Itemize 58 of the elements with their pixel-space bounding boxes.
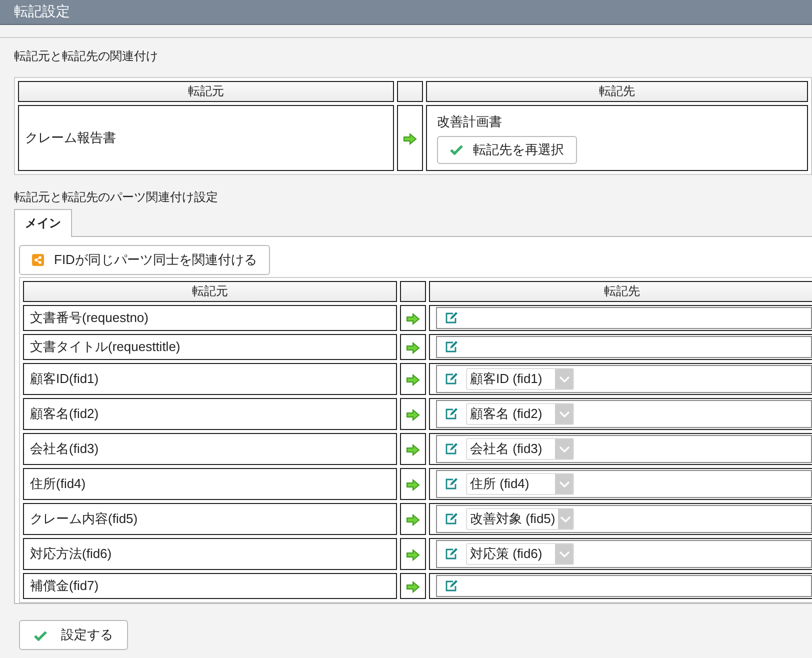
column-header: 転記元: [23, 281, 397, 302]
source-part: 文書タイトル(requesttitle): [23, 334, 397, 360]
column-header: 転記先: [426, 81, 808, 102]
source-part: 文書番号(requestno): [23, 305, 397, 331]
source-part: 住所(fid4): [23, 468, 397, 500]
tab[interactable]: メイン: [14, 209, 72, 237]
edit-icon[interactable]: [445, 478, 458, 490]
edit-icon[interactable]: [445, 312, 458, 324]
column-header: [397, 81, 423, 102]
page-title: 転記設定: [14, 3, 70, 21]
arrow-icon: [406, 409, 420, 422]
source-document: クレーム報告書: [18, 105, 394, 171]
arrow-icon: [403, 133, 417, 146]
edit-icon[interactable]: [445, 513, 458, 525]
arrow-icon: [406, 342, 420, 354]
target-document: 改善計画書: [437, 112, 503, 130]
arrow-icon: [406, 581, 420, 594]
source-part: 顧客名(fid2): [23, 398, 397, 430]
section-heading: 転記元と転記先の関連付け: [14, 48, 159, 65]
edit-icon[interactable]: [445, 341, 458, 353]
part-select[interactable]: 顧客名 (fid2): [466, 403, 574, 425]
column-header: 転記元: [18, 81, 394, 102]
chevron-down-icon: [558, 550, 570, 558]
source-part: 会社名(fid3): [23, 433, 397, 465]
arrow-icon: [406, 479, 420, 492]
source-part: クレーム内容(fid5): [23, 503, 397, 535]
part-select[interactable]: 住所 (fid4): [466, 473, 574, 495]
save-button[interactable]: 設定する: [19, 620, 128, 650]
part-select[interactable]: 顧客ID (fid1): [466, 368, 574, 390]
column-header: [400, 281, 426, 302]
edit-icon[interactable]: [445, 373, 458, 385]
source-part: 顧客ID(fid1): [23, 363, 397, 395]
arrow-icon: [406, 313, 420, 326]
chevron-down-icon: [558, 446, 570, 452]
reselect-button[interactable]: 転記先を再選択: [437, 136, 577, 164]
check-icon: [34, 630, 47, 640]
chevron-down-icon: [558, 480, 570, 488]
auto-link-button[interactable]: FIDが同じパーツ同士を関連付ける: [19, 245, 270, 275]
check-icon: [450, 144, 463, 155]
part-select[interactable]: 対応策 (fid6): [466, 543, 574, 565]
chevron-down-icon: [558, 376, 570, 382]
edit-icon[interactable]: [445, 580, 458, 592]
share-icon: [32, 254, 44, 266]
chevron-down-icon: [560, 516, 572, 522]
column-header: 転記先: [429, 281, 812, 302]
source-part: 補償金(fid7): [23, 573, 397, 599]
edit-icon[interactable]: [445, 408, 458, 420]
part-select[interactable]: 会社名 (fid3): [466, 438, 574, 460]
source-part: 対応方法(fid6): [23, 538, 397, 570]
chevron-down-icon: [558, 410, 570, 418]
arrow-icon: [406, 444, 420, 456]
part-select[interactable]: 改善対象 (fid5): [466, 508, 574, 530]
edit-icon[interactable]: [445, 548, 458, 560]
arrow-icon: [406, 549, 420, 562]
arrow-icon: [406, 514, 420, 526]
arrow-icon: [406, 374, 420, 386]
section-heading: 転記元と転記先のパーツ関連付け設定: [14, 189, 219, 206]
edit-icon[interactable]: [445, 443, 458, 455]
